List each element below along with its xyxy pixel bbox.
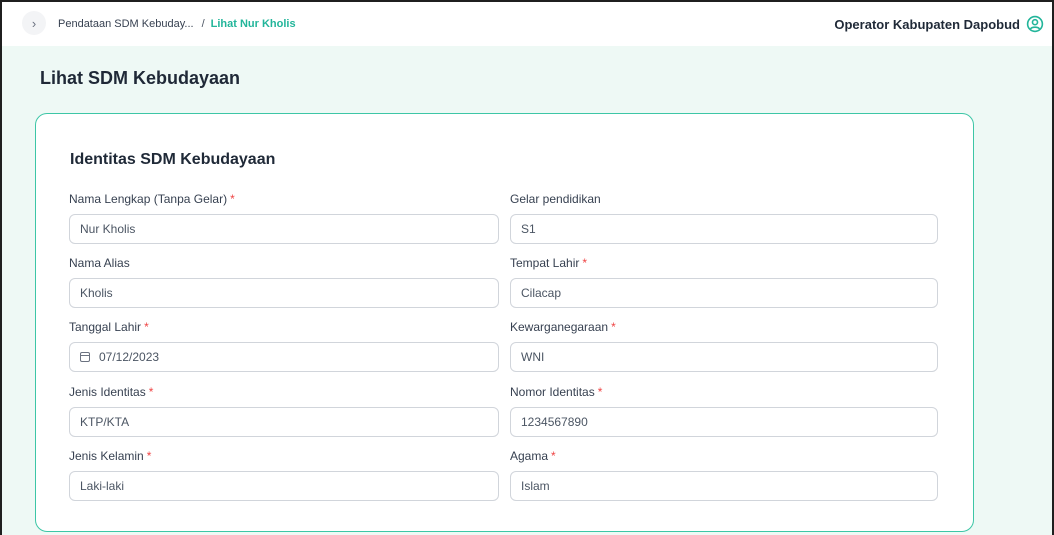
field-nama-lengkap: Nama Lengkap (Tanpa Gelar) * Nur Kholis [69, 192, 499, 244]
required-marker: * [582, 256, 588, 270]
field-label: Jenis Identitas * [69, 385, 154, 399]
field-gelar: Gelar pendidikan S1 [510, 192, 938, 244]
required-marker: * [551, 449, 556, 463]
chevron-right-icon: › [31, 15, 37, 31]
breadcrumb-item-current: Lihat Nur Kholis [210, 18, 296, 30]
field-label: Nomor Identitas * [510, 385, 603, 399]
required-marker: * [148, 385, 154, 399]
tempat-lahir-input[interactable]: Cilacap [510, 278, 938, 308]
field-kewarganegaraan: Kewarganegaraan * WNI [510, 320, 938, 372]
jenis-kelamin-input[interactable]: Laki-laki [69, 471, 499, 501]
nama-lengkap-input[interactable]: Nur Kholis [69, 214, 499, 244]
calendar-icon [80, 352, 90, 362]
field-label: Nama Lengkap (Tanpa Gelar) * [69, 192, 235, 206]
required-marker: * [611, 320, 616, 334]
field-label: Kewarganegaraan * [510, 320, 616, 334]
field-label: Tanggal Lahir * [69, 320, 149, 334]
field-nomor-identitas: Nomor Identitas * 1234567890 [510, 385, 938, 437]
page-title: Lihat SDM Kebudayaan [40, 68, 241, 88]
field-agama: Agama * Islam [510, 449, 938, 501]
gelar-input[interactable]: S1 [510, 214, 938, 244]
kewarganegaraan-input[interactable]: WNI [510, 342, 938, 372]
agama-input[interactable]: Islam [510, 471, 938, 501]
identity-card: Identitas SDM Kebudayaan Nama Lengkap (T… [35, 113, 974, 532]
field-label: Jenis Kelamin * [69, 449, 152, 463]
field-tanggal-lahir: Tanggal Lahir * 07/12/2023 [69, 320, 499, 372]
field-label: Tempat Lahir * [510, 256, 588, 270]
jenis-identitas-input[interactable]: KTP/KTA [69, 407, 499, 437]
tanggal-lahir-value: 07/12/2023 [99, 350, 160, 364]
field-tempat-lahir: Tempat Lahir * Cilacap [510, 256, 938, 308]
field-jenis-identitas: Jenis Identitas * KTP/KTA [69, 385, 499, 437]
app-frame: › Pendataan SDM Kebuday... / Lihat Nur K… [0, 0, 1054, 535]
tanggal-lahir-input[interactable]: 07/12/2023 [69, 342, 499, 372]
section-title: Identitas SDM Kebudayaan [70, 151, 276, 168]
field-jenis-kelamin: Jenis Kelamin * Laki-laki [69, 449, 499, 501]
required-marker: * [146, 449, 152, 463]
required-marker: * [144, 320, 149, 334]
sidebar-expand-button[interactable]: › [22, 11, 46, 35]
required-marker: * [230, 192, 235, 206]
breadcrumb: Pendataan SDM Kebuday... / Lihat Nur Kho… [58, 2, 296, 46]
field-label: Gelar pendidikan [510, 192, 601, 206]
breadcrumb-separator: / [201, 18, 205, 30]
field-nama-alias: Nama Alias Kholis [69, 256, 499, 308]
required-marker: * [597, 385, 603, 399]
user-name[interactable]: Operator Kabupaten Dapobud [834, 2, 1020, 46]
nomor-identitas-input[interactable]: 1234567890 [510, 407, 938, 437]
breadcrumb-item-pendataan[interactable]: Pendataan SDM Kebuday... [58, 18, 194, 30]
user-circle-icon[interactable] [1026, 15, 1044, 33]
top-bar: › Pendataan SDM Kebuday... / Lihat Nur K… [2, 2, 1052, 46]
field-label: Agama * [510, 449, 556, 463]
nama-alias-input[interactable]: Kholis [69, 278, 499, 308]
field-label: Nama Alias [69, 256, 130, 270]
